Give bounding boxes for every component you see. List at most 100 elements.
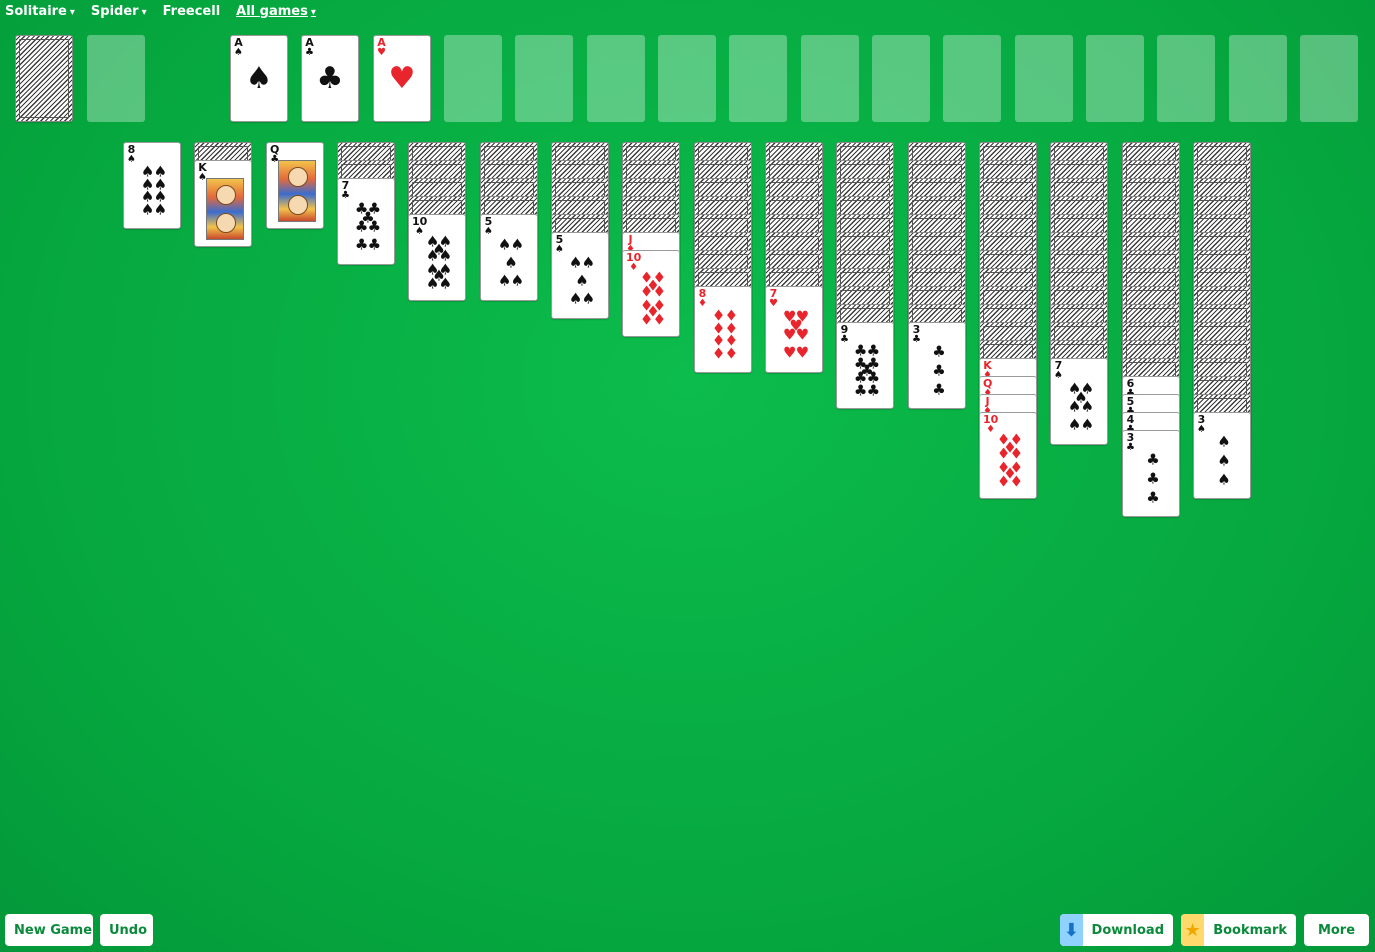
suit-pip-icon: ♠ (581, 289, 596, 308)
card-A-♥[interactable]: A ♥ ♥ (373, 35, 431, 122)
suit-pip-icon: ♦ (639, 310, 654, 329)
card-index: 8 ♦ (698, 288, 707, 309)
card-3-♠[interactable]: 3 ♠ ♠ ♠ ♠ (1193, 412, 1251, 499)
undo-button[interactable]: Undo (100, 914, 153, 946)
more-label: More (1317, 922, 1356, 938)
card-suit: ♠ (555, 244, 564, 255)
suit-pip-icon: ♠ (497, 271, 512, 290)
card-10-♠[interactable]: 10 ♠ ♠ ♠ ♠ ♠ ♠ ♠ ♠ ♠ ♠ ♠ (408, 214, 466, 301)
card-suit: ♣ (912, 334, 921, 345)
suit-pip-icon: ♠ (140, 200, 155, 219)
suit-pip-icon: ♣ (354, 217, 369, 236)
card-suit: ♣ (1126, 442, 1135, 453)
stock-pile[interactable] (15, 35, 73, 122)
card-10-♦[interactable]: 10 ♦ ♦ ♦ ♦ ♦ ♦ ♦ ♦ ♦ ♦ ♦ (622, 250, 680, 337)
suit-pip-icon: ♥ (388, 60, 416, 96)
suit-pip-icon: ♦ (652, 310, 667, 329)
card-7-♠[interactable]: 7 ♠ ♠ ♠ ♠ ♠ ♠ ♠ ♠ (1050, 358, 1108, 445)
foundation-slot (1086, 35, 1144, 122)
foundation-slot (1157, 35, 1215, 122)
suit-pip-icon: ♥ (782, 325, 797, 344)
card-7-♣[interactable]: 7 ♣ ♣ ♣ ♣ ♣ ♣ ♣ ♣ (337, 178, 395, 265)
nav-all-games[interactable]: All games ▾ (236, 4, 316, 22)
suit-pip-icon: ♠ (1080, 415, 1095, 434)
card-index: 7 ♠ (1054, 360, 1063, 381)
download-arrow-icon: ⬇ (1060, 914, 1083, 946)
suit-pip-icon: ♣ (316, 60, 344, 96)
suit-pip-icon: ♠ (1217, 470, 1231, 489)
card-index: 3 ♠ (1197, 414, 1206, 435)
card-7-♥[interactable]: 7 ♥ ♥ ♥ ♥ ♥ ♥ ♥ ♥ (765, 286, 823, 373)
suit-pip-icon: ♠ (1067, 397, 1082, 416)
suit-pip-icon: ♠ (245, 60, 273, 96)
bookmark-label: Bookmark (1213, 922, 1287, 938)
card-suit: ♦ (698, 298, 707, 309)
card-3-♣[interactable]: 3 ♣ ♣ ♣ ♣ (1122, 430, 1180, 517)
suit-pip-icon: ♠ (497, 235, 512, 254)
card-5-♠[interactable]: 5 ♠ ♠ ♠ ♠ ♠ ♠ (551, 232, 609, 319)
suit-pip-icon: ♠ (1080, 397, 1095, 416)
card-suit: ♠ (127, 154, 136, 165)
suit-pip-icon: ♣ (367, 235, 382, 254)
suit-pip-icon: ♦ (996, 472, 1011, 491)
card-suit: ♠ (234, 47, 243, 58)
card-index: 9 ♣ (840, 324, 849, 345)
suit-pip-icon: ♣ (1146, 450, 1160, 469)
suit-pip-icon: ♠ (568, 289, 583, 308)
card-3-♣[interactable]: 3 ♣ ♣ ♣ ♣ (908, 322, 966, 409)
card-A-♠[interactable]: A ♠ ♠ (230, 35, 288, 122)
card-index: 3 ♣ (1126, 432, 1135, 453)
foundation-slot (1300, 35, 1358, 122)
foundation-slot (1229, 35, 1287, 122)
card-index: 5 ♠ (555, 234, 564, 255)
suit-pip-icon: ♠ (425, 274, 440, 293)
card-5-♠[interactable]: 5 ♠ ♠ ♠ ♠ ♠ ♠ (480, 214, 538, 301)
suit-pip-icon: ♣ (367, 217, 382, 236)
suit-pip-icon: ♣ (932, 380, 946, 399)
suit-pip-icon: ♣ (853, 381, 868, 400)
foundation-slot (801, 35, 859, 122)
foundation-slot (587, 35, 645, 122)
suit-pip-icon: ♦ (1009, 472, 1024, 491)
new-game-label: New Game (14, 922, 93, 938)
card-suit: ♣ (840, 334, 849, 345)
suit-pip-icon: ♠ (153, 200, 168, 219)
nav-solitaire[interactable]: Solitaire ▾ (5, 4, 75, 22)
card-index: 7 ♣ (341, 180, 350, 201)
card-index: A ♠ (234, 37, 243, 58)
suit-pip-icon: ♥ (782, 343, 797, 362)
card-9-♣[interactable]: 9 ♣ ♣ ♣ ♣ ♣ ♣ ♣ ♣ ♣ ♣ (836, 322, 894, 409)
suit-pip-icon: ♠ (438, 274, 453, 293)
top-navigation: Solitaire ▾ Spider ▾ Freecell All games ▾ (5, 4, 316, 22)
suit-pip-icon: ♣ (932, 361, 946, 380)
court-card-portrait (278, 160, 316, 222)
foundation-slot (444, 35, 502, 122)
chevron-down-icon: ▾ (141, 7, 147, 18)
card-A-♣[interactable]: A ♣ ♣ (301, 35, 359, 122)
suit-pip-icon: ♠ (581, 253, 596, 272)
foundation-slot (872, 35, 930, 122)
bookmark-button[interactable]: ★ Bookmark (1181, 914, 1296, 946)
suit-pip-icon: ♠ (568, 253, 583, 272)
chevron-down-icon: ▾ (69, 7, 75, 18)
nav-label: Freecell (162, 4, 221, 19)
card-index: 5 ♠ (484, 216, 493, 237)
nav-freecell[interactable]: Freecell (163, 4, 221, 22)
download-button[interactable]: ⬇ Download (1060, 914, 1173, 946)
card-suit: ♣ (341, 190, 350, 201)
suit-pip-icon: ♠ (510, 235, 525, 254)
more-button[interactable]: More (1304, 914, 1369, 946)
card-Q-♣[interactable]: Q ♣ (266, 142, 324, 229)
nav-spider[interactable]: Spider ▾ (91, 4, 147, 22)
nav-label: All games (236, 4, 308, 19)
card-index: 7 ♥ (769, 288, 778, 309)
card-suit: ♥ (769, 298, 778, 309)
card-8-♠[interactable]: 8 ♠ ♠ ♠ ♠ ♠ ♠ ♠ ♠ ♠ (123, 142, 181, 229)
card-index: A ♣ (305, 37, 314, 58)
card-8-♦[interactable]: 8 ♦ ♦ ♦ ♦ ♦ ♦ ♦ ♦ ♦ (694, 286, 752, 373)
card-10-♦[interactable]: 10 ♦ ♦ ♦ ♦ ♦ ♦ ♦ ♦ ♦ ♦ ♦ (979, 412, 1037, 499)
card-K-♠[interactable]: K ♠ (194, 160, 252, 247)
card-suit: ♥ (377, 47, 386, 58)
court-card-portrait (206, 178, 244, 240)
new-game-button[interactable]: New Game (5, 914, 93, 946)
